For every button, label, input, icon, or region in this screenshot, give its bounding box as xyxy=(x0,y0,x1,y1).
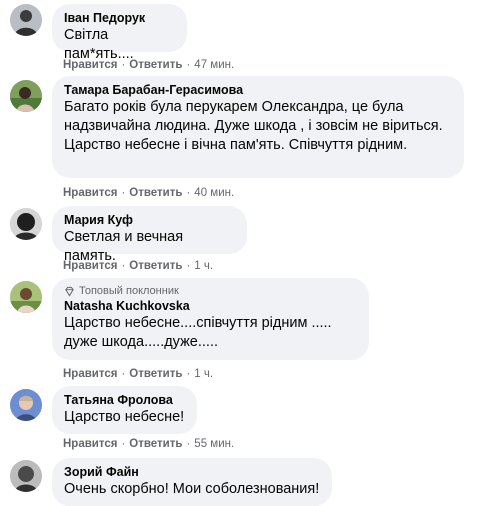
avatar[interactable] xyxy=(10,281,42,313)
like-button[interactable]: Нравится xyxy=(63,438,117,450)
comment-actions: Нравится · Ответить · 1 ч. xyxy=(63,259,213,273)
avatar-image xyxy=(10,80,42,112)
avatar[interactable] xyxy=(10,80,42,112)
avatar[interactable] xyxy=(10,4,42,36)
comment-author[interactable]: Зорий Файн xyxy=(64,464,320,480)
like-button[interactable]: Нравится xyxy=(63,260,117,272)
comment-bubble: Топовый поклонник Natasha Kuchkovska Цар… xyxy=(52,278,369,360)
comment-timestamp[interactable]: 1 ч. xyxy=(194,260,213,272)
separator: · xyxy=(121,59,126,71)
avatar[interactable] xyxy=(10,389,42,421)
comment-text: Багато років була перукарем Олександра, … xyxy=(64,99,443,153)
like-button[interactable]: Нравится xyxy=(63,187,117,199)
comment-bubble: Мария Куф Светлая и вечная память. xyxy=(52,206,247,264)
comment-bubble: Татьяна Фролова Царство небесне! xyxy=(52,386,197,434)
reply-button[interactable]: Ответить xyxy=(129,438,182,450)
avatar-image xyxy=(10,4,42,36)
comment-timestamp[interactable]: 47 мин. xyxy=(194,59,234,71)
comment-text: Царство небесне! xyxy=(64,409,185,425)
comment-bubble: Тамара Барабан-Герасимова Багато років б… xyxy=(52,76,464,178)
separator: · xyxy=(186,368,191,380)
diamond-icon xyxy=(65,286,74,297)
avatar-image xyxy=(10,281,42,313)
separator: · xyxy=(121,368,126,380)
comment-timestamp[interactable]: 55 мин. xyxy=(194,438,234,450)
comment-actions: Нравится · Ответить · 47 мин. xyxy=(63,58,234,72)
top-fan-badge[interactable]: Топовый поклонник xyxy=(64,284,357,298)
comment-author[interactable]: Татьяна Фролова xyxy=(64,392,185,408)
like-button[interactable]: Нравится xyxy=(63,59,117,71)
reply-button[interactable]: Ответить xyxy=(129,260,182,272)
comment-actions: Нравится · Ответить · 55 мин. xyxy=(63,437,234,451)
avatar-image xyxy=(10,460,42,492)
comment-text: Царство небесне....співчуття рідним ....… xyxy=(64,315,332,350)
comment-author[interactable]: Тамара Барабан-Герасимова xyxy=(64,82,452,98)
comment-author[interactable]: Natasha Kuchkovska xyxy=(64,298,357,314)
separator: · xyxy=(186,187,191,199)
reply-button[interactable]: Ответить xyxy=(129,368,182,380)
separator: · xyxy=(121,187,126,199)
separator: · xyxy=(121,438,126,450)
comment-bubble: Іван Педорук Світла пам*ять.... xyxy=(52,4,187,62)
avatar-image xyxy=(10,389,42,421)
badge-label: Топовый поклонник xyxy=(79,285,179,297)
reply-button[interactable]: Ответить xyxy=(129,187,182,199)
comment-text: Очень скорбно! Мои соболезнования! xyxy=(64,481,320,497)
comment-timestamp[interactable]: 40 мин. xyxy=(194,187,234,199)
reply-button[interactable]: Ответить xyxy=(129,59,182,71)
comment-author[interactable]: Іван Педорук xyxy=(64,10,175,26)
comment-actions: Нравится · Ответить · 1 ч. xyxy=(63,367,213,381)
separator: · xyxy=(121,260,126,272)
comment-author[interactable]: Мария Куф xyxy=(64,212,235,228)
separator: · xyxy=(186,438,191,450)
avatar[interactable] xyxy=(10,460,42,492)
comment-timestamp[interactable]: 1 ч. xyxy=(194,368,213,380)
separator: · xyxy=(186,59,191,71)
avatar[interactable] xyxy=(10,208,42,240)
separator: · xyxy=(186,260,191,272)
comment-actions: Нравится · Ответить · 40 мин. xyxy=(63,186,234,200)
like-button[interactable]: Нравится xyxy=(63,368,117,380)
avatar-image xyxy=(10,208,42,240)
